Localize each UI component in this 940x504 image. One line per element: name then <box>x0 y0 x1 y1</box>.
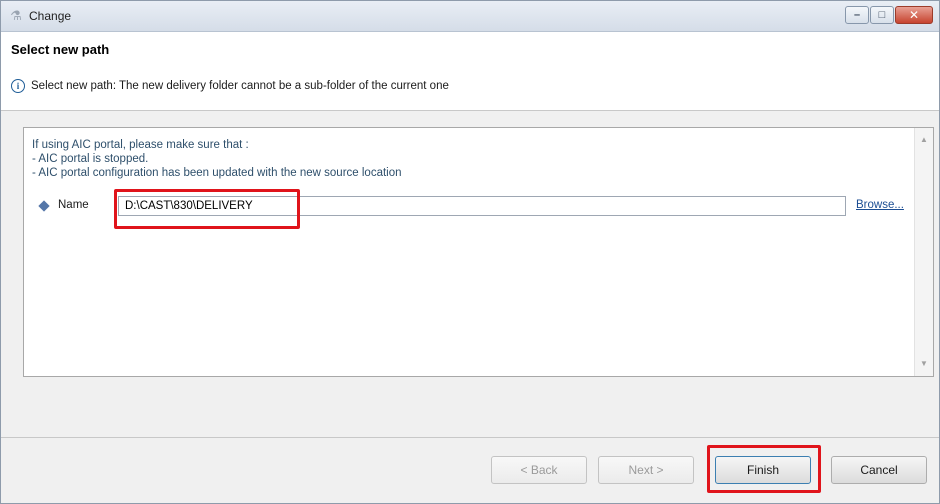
required-diamond-icon <box>38 200 50 212</box>
info-message: i Select new path: The new delivery fold… <box>11 79 449 93</box>
vertical-scrollbar[interactable]: ▲ ▼ <box>914 128 933 376</box>
info-icon: i <box>11 79 25 93</box>
wizard-footer: < Back Next > Finish Cancel <box>1 438 939 503</box>
scroll-up-arrow-icon[interactable]: ▲ <box>915 132 933 148</box>
name-label: Name <box>58 199 89 211</box>
window-controls: – □ ✕ <box>844 6 933 26</box>
scroll-down-arrow-icon[interactable]: ▼ <box>915 356 933 372</box>
notice-line: If using AIC portal, please make sure th… <box>32 139 249 151</box>
close-icon: ✕ <box>908 8 920 22</box>
back-button[interactable]: < Back <box>491 456 587 484</box>
aic-portal-notice: If using AIC portal, please make sure th… <box>32 138 402 180</box>
minimize-button[interactable]: – <box>845 6 869 24</box>
wizard-header: Select new path i Select new path: The n… <box>1 32 939 111</box>
cancel-button[interactable]: Cancel <box>831 456 927 484</box>
close-button[interactable]: ✕ <box>895 6 933 24</box>
info-text: Select new path: The new delivery folder… <box>31 80 449 92</box>
browse-link[interactable]: Browse... <box>856 199 904 211</box>
page-title: Select new path <box>11 42 110 57</box>
finish-button[interactable]: Finish <box>715 456 811 484</box>
change-dialog: ⚗ Change – □ ✕ Select new path i Select … <box>0 0 940 504</box>
maximize-button[interactable]: □ <box>870 6 894 24</box>
title-bar[interactable]: ⚗ Change – □ ✕ <box>1 1 939 32</box>
next-button[interactable]: Next > <box>598 456 694 484</box>
name-input[interactable] <box>118 196 846 216</box>
window-title: Change <box>29 9 72 23</box>
notice-line: - AIC portal is stopped. <box>32 153 149 165</box>
content-panel: If using AIC portal, please make sure th… <box>23 127 934 377</box>
name-field-row: Name Browse... <box>34 196 904 218</box>
minimize-icon: – <box>853 9 861 21</box>
maximize-icon: □ <box>878 9 886 21</box>
notice-line: - AIC portal configuration has been upda… <box>32 167 402 179</box>
wizard-icon: ⚗ <box>10 8 22 23</box>
